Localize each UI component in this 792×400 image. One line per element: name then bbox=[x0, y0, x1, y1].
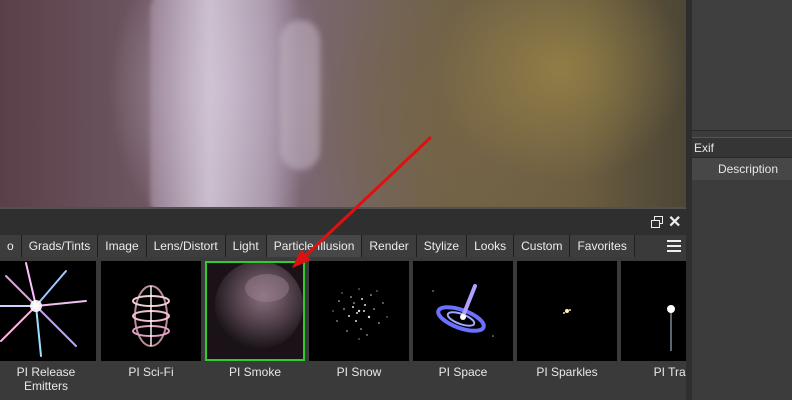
thumbnail-pi-space[interactable] bbox=[413, 261, 513, 361]
right-panel: Exif Description bbox=[686, 0, 792, 400]
right-panel-top-area bbox=[692, 0, 792, 131]
preview-figure bbox=[150, 0, 300, 207]
thumbnail-pi-trails[interactable] bbox=[621, 261, 686, 361]
snow-preview bbox=[332, 288, 388, 340]
close-icon[interactable]: ✕ bbox=[668, 215, 681, 231]
tab-light[interactable]: Light bbox=[225, 235, 267, 257]
preset-thumbnail-strip: PI Release Emitters PI Sci-Fi PI Smoke P… bbox=[0, 261, 686, 400]
smoke-preview bbox=[207, 263, 303, 359]
thumbnail-label: PI Sparkles bbox=[536, 365, 598, 379]
sparkles-preview bbox=[563, 309, 571, 314]
trails-preview bbox=[667, 305, 675, 351]
thumbnail-pi-release-emitters[interactable] bbox=[0, 261, 96, 361]
thumbnail-pi-snow[interactable] bbox=[309, 261, 409, 361]
thumbnail-pi-sparkles[interactable] bbox=[517, 261, 617, 361]
hamburger-menu-icon[interactable] bbox=[666, 238, 682, 254]
thumbnail-label: PI Snow bbox=[336, 365, 382, 379]
image-preview[interactable] bbox=[0, 0, 686, 207]
thumbnail-label: PI Release Emitters bbox=[16, 365, 76, 393]
tab-favorites[interactable]: Favorites bbox=[570, 235, 635, 257]
sci-fi-preview bbox=[132, 285, 170, 347]
category-tabbar: o Grads/Tints Image Lens/Distort Light P… bbox=[0, 235, 686, 257]
thumbnail-pi-smoke[interactable] bbox=[205, 261, 305, 361]
tab-lens-distort[interactable]: Lens/Distort bbox=[146, 235, 226, 257]
tab-image[interactable]: Image bbox=[98, 235, 147, 257]
thumbnail-label: PI Space bbox=[438, 365, 488, 379]
exif-header[interactable]: Exif bbox=[692, 137, 792, 158]
effects-browser-panel: ✕ o Grads/Tints Image Lens/Distort Light… bbox=[0, 207, 686, 400]
release-emitters-preview bbox=[0, 262, 87, 357]
thumbnail-pi-sci-fi[interactable] bbox=[101, 261, 201, 361]
tab-particle-illusion[interactable]: Particle Illusion bbox=[266, 235, 363, 257]
tab-render[interactable]: Render bbox=[362, 235, 417, 257]
tab-custom[interactable]: Custom bbox=[514, 235, 571, 257]
tab-looks[interactable]: Looks bbox=[467, 235, 515, 257]
tab-partial[interactable]: o bbox=[0, 235, 22, 257]
preview-figure-detail bbox=[280, 20, 320, 170]
thumbnail-label: PI Trai bbox=[653, 365, 686, 379]
tab-stylize[interactable]: Stylize bbox=[416, 235, 468, 257]
thumbnail-label: PI Smoke bbox=[228, 365, 282, 379]
panel-titlebar: ✕ bbox=[0, 207, 686, 235]
thumbnail-label: PI Sci-Fi bbox=[128, 365, 174, 379]
space-preview bbox=[432, 284, 494, 337]
tab-grads-tints[interactable]: Grads/Tints bbox=[21, 235, 99, 257]
restore-window-icon[interactable] bbox=[651, 216, 664, 229]
exif-description-column[interactable]: Description bbox=[692, 158, 792, 180]
